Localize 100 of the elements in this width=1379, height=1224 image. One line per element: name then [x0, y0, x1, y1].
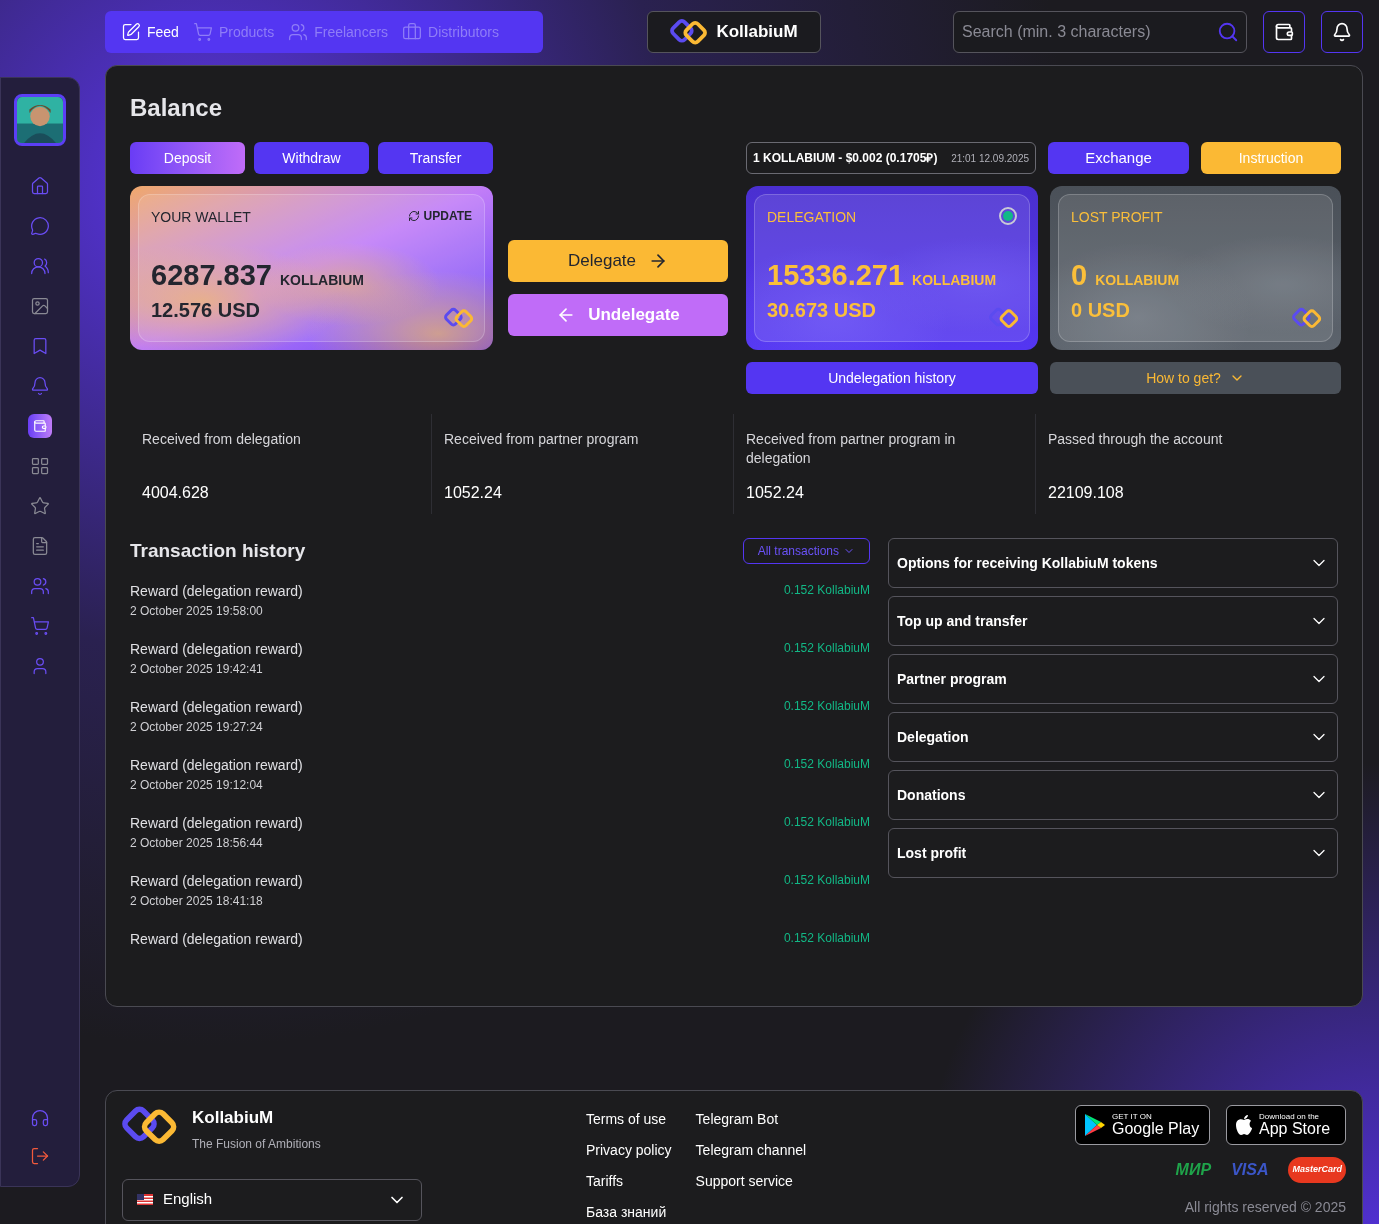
- copyright: All rights reserved © 2025: [1184, 1198, 1346, 1217]
- footer-link[interactable]: Terms of use: [586, 1109, 672, 1130]
- card-label: LOST PROFIT: [1071, 208, 1163, 227]
- transaction-date: 2 October 2025 18:41:18: [130, 893, 264, 910]
- payment-logo: MasterCard: [1288, 1157, 1346, 1183]
- action-button[interactable]: Transfer: [378, 142, 493, 174]
- accordion-item[interactable]: Donations: [888, 770, 1338, 820]
- transaction-amount: 0.152 KollabiuM: [783, 872, 870, 889]
- logo-icon: [122, 1105, 178, 1147]
- play-icon: [1084, 1113, 1106, 1137]
- sidebar-item[interactable]: [28, 414, 52, 438]
- cart-icon: [30, 616, 50, 636]
- wallet-button[interactable]: [1263, 11, 1305, 53]
- transaction-date: 2 October 2025 19:58:00: [130, 603, 264, 620]
- token-unit: KOLLABIUM: [912, 271, 997, 290]
- accordion-item[interactable]: Options for receiving KollabiuM tokens: [888, 538, 1338, 588]
- nav-tab[interactable]: Feed: [121, 21, 179, 43]
- transaction-date: 2 October 2025 18:56:44: [130, 835, 264, 852]
- footer-link[interactable]: Tariffs: [586, 1171, 672, 1192]
- flag-icon: [137, 1194, 153, 1205]
- refresh-icon: [407, 210, 420, 222]
- stat-label: Received from delegation: [142, 430, 302, 449]
- stat-value: 1052.24: [746, 483, 805, 503]
- users-icon: [30, 576, 50, 596]
- transaction-amount: 0.152 KollabiuM: [783, 930, 870, 947]
- transaction-title: Reward (delegation reward): [130, 698, 303, 717]
- chat-icon: [30, 216, 50, 236]
- support-button[interactable]: [30, 1108, 50, 1128]
- accordion-item[interactable]: Delegation: [888, 712, 1338, 762]
- briefcase-icon: [402, 22, 423, 42]
- cart-icon: [192, 22, 213, 42]
- usd-amount: 0 USD: [1071, 298, 1131, 323]
- transaction-date: 2 October 2025 19:42:41: [130, 661, 264, 678]
- token-amount: 15336.271: [767, 261, 905, 290]
- rate-time: 21:01 12.09.2025: [951, 151, 1029, 166]
- payment-logo: МИР: [1175, 1160, 1212, 1180]
- search-icon[interactable]: [1217, 21, 1239, 43]
- stat-value: 22109.108: [1048, 483, 1125, 503]
- token-amount: 6287.837: [151, 261, 272, 290]
- action-button[interactable]: Deposit: [130, 142, 245, 174]
- language-select[interactable]: English: [122, 1178, 422, 1221]
- card-label: YOUR WALLET: [151, 208, 251, 227]
- brand-name: KollabiuM: [716, 21, 798, 44]
- transaction-title: Reward (delegation reward): [130, 582, 303, 601]
- stat-value: 4004.628: [142, 483, 210, 503]
- token-unit: KOLLABIUM: [1095, 271, 1180, 290]
- footer-link[interactable]: Support service: [695, 1171, 807, 1192]
- transaction-amount: 0.152 KollabiuM: [783, 698, 870, 715]
- accordion-item[interactable]: Partner program: [888, 654, 1338, 704]
- transaction-title: Reward (delegation reward): [130, 814, 303, 833]
- image-icon: [30, 296, 50, 316]
- transaction-date: 2 October 2025 19:27:24: [130, 719, 264, 736]
- group-icon: [30, 256, 50, 276]
- update-button[interactable]: UPDATE: [407, 207, 472, 225]
- apple-icon: [1235, 1114, 1253, 1136]
- section-title: Transaction history: [130, 538, 306, 563]
- footer-link[interactable]: База знаний: [586, 1202, 672, 1223]
- stat-label: Passed through the account: [1048, 430, 1224, 449]
- stat-label: Received from partner program: [444, 430, 640, 449]
- accordion-item[interactable]: Lost profit: [888, 828, 1338, 878]
- footer-link[interactable]: Telegram channel: [695, 1140, 807, 1161]
- logo-badge[interactable]: KollabiuM: [647, 11, 821, 53]
- accordion-item[interactable]: Top up and transfer: [888, 596, 1338, 646]
- delegate-button[interactable]: Delegate: [508, 240, 728, 282]
- search-field[interactable]: Search (min. 3 characters): [953, 11, 1247, 53]
- how-to-get-button[interactable]: How to get?: [1050, 362, 1341, 394]
- bell-icon: [30, 376, 50, 396]
- logout-button[interactable]: [30, 1146, 50, 1166]
- stat-label: Received from partner program in delegation: [746, 430, 957, 468]
- action-button[interactable]: Withdraw: [254, 142, 369, 174]
- brand-name: KollabiuM: [192, 1107, 275, 1129]
- tagline: The Fusion of Ambitions: [192, 1135, 321, 1153]
- transaction-title: Reward (delegation reward): [130, 756, 303, 775]
- token-amount: 0: [1071, 261, 1088, 290]
- transaction-title: Reward (delegation reward): [130, 872, 303, 891]
- transaction-date: 2 October 2025 19:12:04: [130, 777, 264, 794]
- bell-icon: [1332, 22, 1352, 42]
- usd-amount: 12.576 USD: [151, 298, 261, 323]
- document-icon: [30, 536, 50, 556]
- footer-link[interactable]: Telegram Bot: [695, 1109, 807, 1130]
- footer-link[interactable]: Privacy policy: [586, 1140, 672, 1161]
- google-play-badge[interactable]: GET IT ON Google Play: [1075, 1105, 1210, 1145]
- notifications-button[interactable]: [1321, 11, 1363, 53]
- users-icon: [288, 22, 309, 42]
- rate-text: 1 KOLLABIUM - $0.002 (0.1705₽): [753, 150, 938, 167]
- exchange-button[interactable]: Exchange: [1048, 142, 1189, 174]
- logo-icon: [444, 306, 474, 329]
- logo-icon: [989, 306, 1019, 329]
- undelegation-history-button[interactable]: Undelegation history: [746, 362, 1038, 394]
- logo-icon: [1292, 306, 1322, 329]
- app-store-badge[interactable]: Download on the App Store: [1226, 1105, 1346, 1145]
- stat-value: 1052.24: [444, 483, 503, 503]
- transaction-title: Reward (delegation reward): [130, 930, 303, 949]
- transaction-amount: 0.152 KollabiuM: [783, 640, 870, 657]
- wallet-icon: [33, 419, 47, 433]
- page-title: Balance: [130, 93, 224, 123]
- transaction-amount: 0.152 KollabiuM: [783, 582, 870, 599]
- transaction-title: Reward (delegation reward): [130, 640, 303, 659]
- transaction-amount: 0.152 KollabiuM: [783, 814, 870, 831]
- usd-amount: 30.673 USD: [767, 298, 877, 323]
